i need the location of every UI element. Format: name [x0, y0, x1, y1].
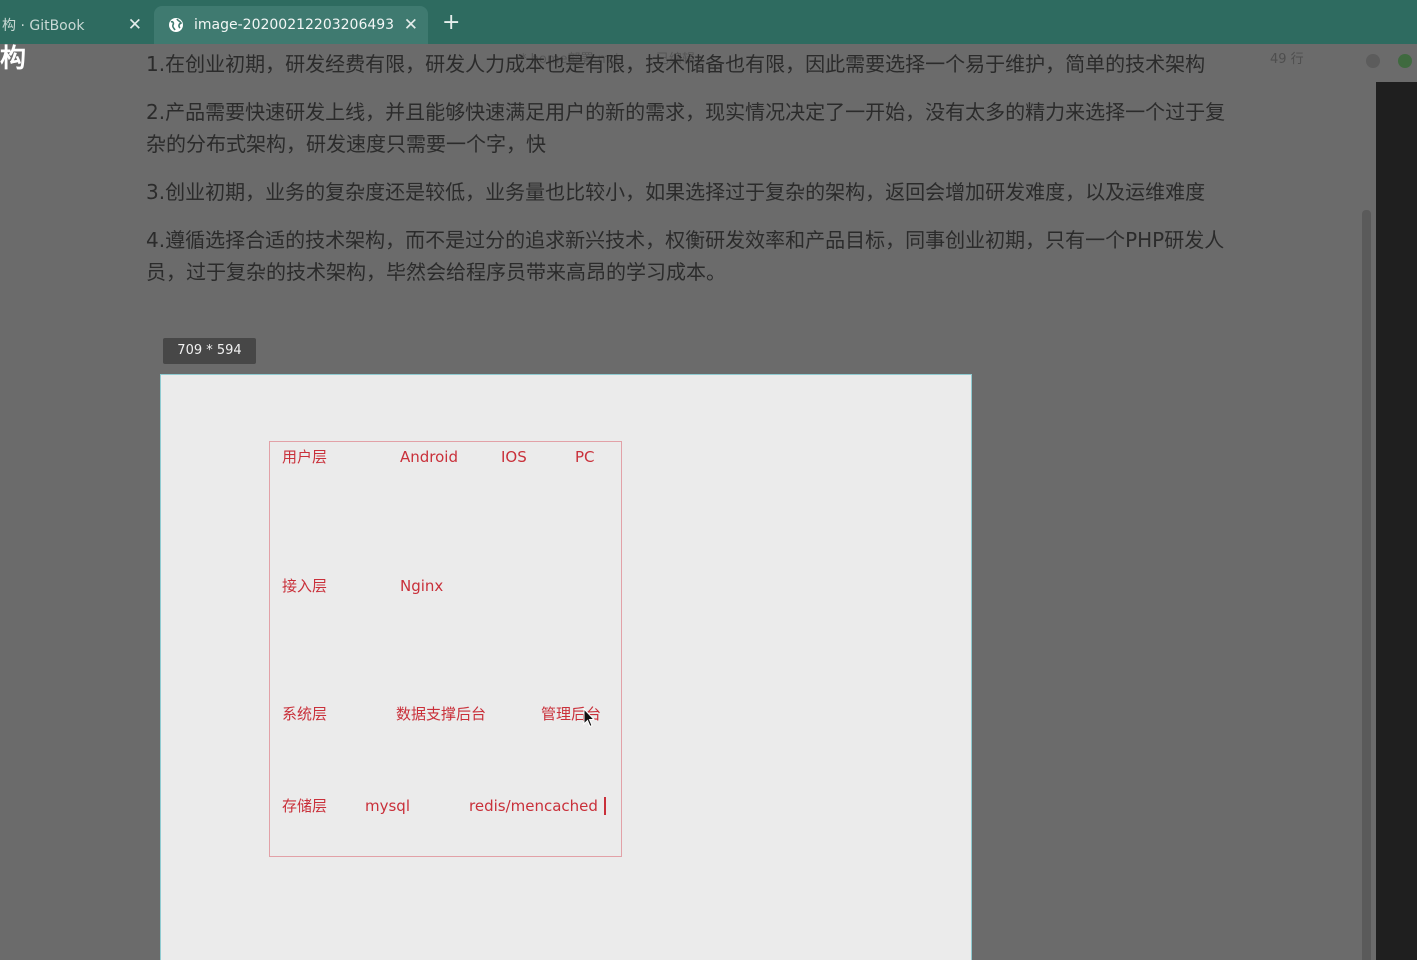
architecture-diagram: [269, 441, 622, 857]
text-caret: [604, 797, 606, 815]
tab-image[interactable]: image-20200212203206493.p ✕: [154, 6, 428, 44]
user-layer-label: 用户层: [282, 448, 328, 466]
system-layer-label: 系统层: [282, 705, 328, 723]
data-support-backend-label: 数据支撑后台: [396, 705, 487, 723]
browser-tab-bar: 构 · GitBook ✕ image-20200212203206493.p …: [0, 0, 1417, 44]
tab-title: 构 · GitBook: [2, 18, 85, 34]
mouse-pointer-icon: [583, 708, 595, 728]
redis-label: redis/mencached: [469, 797, 598, 815]
paragraph: 4.遵循选择合适的技术架构，而不是过分的追求新兴技术，权衡研发效率和产品目标，同…: [146, 228, 1225, 284]
article-body: 1.在创业初期，研发经费有限，研发人力成本也是有限，技术储备也有限，因此需要选择…: [146, 48, 1236, 304]
window-control-dot: [1366, 54, 1380, 68]
storage-layer-label: 存储层: [282, 797, 328, 815]
close-icon[interactable]: ✕: [404, 15, 418, 35]
paragraph: 2.产品需要快速研发上线，并且能够快速满足用户的新的需求，现实情况决定了一开始，…: [146, 100, 1226, 156]
access-layer-label: 接入层: [282, 577, 328, 595]
pc-label: PC: [575, 448, 595, 466]
tab-title: image-20200212203206493.p: [194, 17, 394, 33]
background-line-count: 49 行: [1270, 52, 1304, 67]
nginx-label: Nginx: [400, 577, 444, 595]
paragraph: 1.在创业初期，研发经费有限，研发人力成本也是有限，技术储备也有限，因此需要选择…: [146, 52, 1206, 76]
corner-title-glyph: 构: [0, 44, 27, 74]
plus-icon[interactable]: +: [442, 11, 460, 35]
ios-label: IOS: [501, 448, 527, 466]
close-icon[interactable]: ✕: [128, 15, 142, 35]
android-label: Android: [400, 448, 458, 466]
globe-icon: [169, 18, 183, 32]
mysql-label: mysql: [365, 797, 410, 815]
paragraph: 3.创业初期，业务的复杂度还是较低，业务量也比较小，如果选择过于复杂的架构，返回…: [146, 180, 1206, 204]
window-control-dot: [1398, 54, 1412, 68]
image-dimension-badge: 709 * 594: [163, 338, 256, 364]
scrollbar[interactable]: [1362, 210, 1371, 960]
side-panel: [1376, 82, 1417, 960]
